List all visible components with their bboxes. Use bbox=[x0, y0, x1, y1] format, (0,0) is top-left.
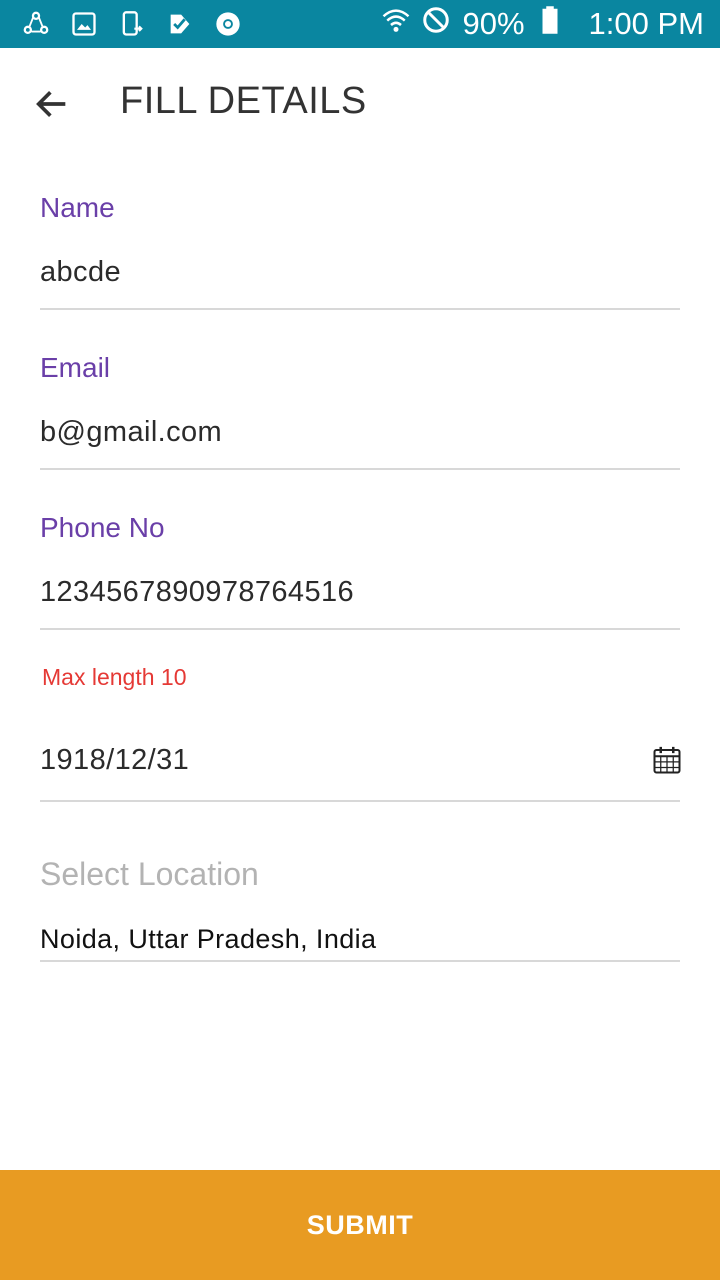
location-input[interactable]: Noida, Uttar Pradesh, India bbox=[40, 924, 680, 955]
location-label: Select Location bbox=[40, 856, 680, 893]
phone-underline bbox=[40, 628, 680, 630]
date-underline bbox=[40, 800, 680, 802]
name-label-text: Name bbox=[40, 192, 115, 223]
date-field[interactable]: 1918/12/31 bbox=[40, 744, 640, 777]
phone-error-message: Max length 10 bbox=[42, 664, 187, 690]
name-field[interactable]: abcde bbox=[40, 256, 680, 289]
name-underline bbox=[40, 308, 680, 310]
submit-button[interactable]: SUBMIT bbox=[0, 1170, 720, 1280]
email-field[interactable]: b@gmail.com bbox=[40, 416, 680, 449]
status-bar: 90% 1:00 PM bbox=[0, 0, 720, 48]
battery-icon bbox=[535, 5, 565, 43]
email-underline bbox=[40, 468, 680, 470]
email-label-text: Email bbox=[40, 352, 111, 383]
back-arrow-icon bbox=[32, 84, 72, 129]
page-title: FILL DETAILS bbox=[120, 80, 367, 122]
check-box-icon bbox=[166, 10, 194, 38]
phone-input[interactable]: 1234567890978764516 bbox=[40, 576, 680, 609]
gallery-icon bbox=[70, 10, 98, 38]
clock: 1:00 PM bbox=[588, 6, 704, 41]
phone-field[interactable]: 1234567890978764516 bbox=[40, 576, 680, 609]
calendar-icon[interactable] bbox=[652, 745, 682, 775]
name-label: Name bbox=[40, 192, 680, 224]
back-button[interactable] bbox=[24, 78, 80, 134]
wifi-icon bbox=[381, 5, 411, 43]
toolbar: FILL DETAILS bbox=[0, 48, 720, 160]
location-underline bbox=[40, 960, 680, 962]
date-input[interactable]: 1918/12/31 bbox=[40, 744, 640, 777]
name-input[interactable]: abcde bbox=[40, 256, 680, 289]
battery-percent: 90% bbox=[462, 6, 525, 41]
location-label-text: Select Location bbox=[40, 856, 259, 892]
chrome-icon bbox=[214, 10, 242, 38]
screen: 90% 1:00 PM FILL DETAILS Name abcde Emai… bbox=[0, 0, 720, 1280]
email-label: Email bbox=[40, 352, 680, 384]
location-field[interactable]: Noida, Uttar Pradesh, India bbox=[40, 924, 680, 955]
phone-label: Phone No bbox=[40, 512, 680, 544]
phone-label-text: Phone No bbox=[40, 512, 165, 543]
phone-transfer-icon bbox=[118, 10, 146, 38]
email-input[interactable]: b@gmail.com bbox=[40, 416, 680, 449]
share-icon bbox=[22, 10, 50, 38]
do-not-disturb-icon bbox=[421, 5, 451, 43]
